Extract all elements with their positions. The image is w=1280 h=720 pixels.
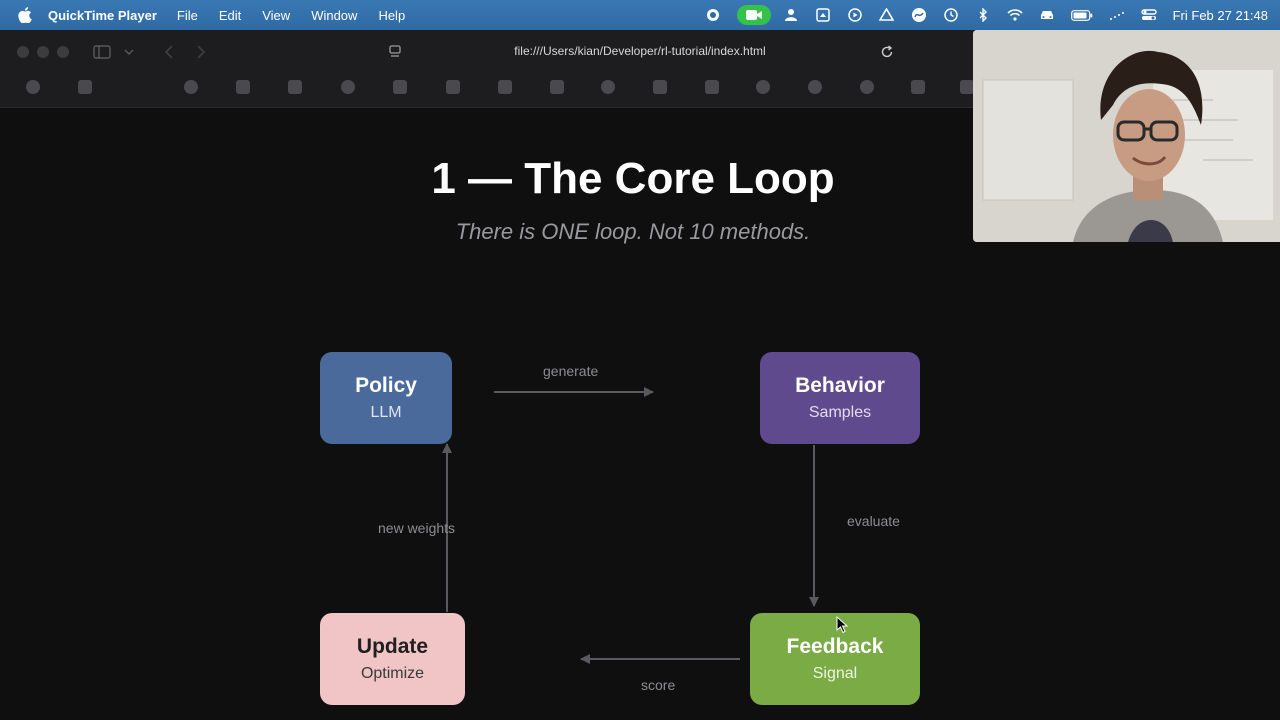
favorite-icon[interactable] bbox=[341, 80, 355, 94]
favorite-icon[interactable] bbox=[393, 80, 407, 94]
edge-label-evaluate: evaluate bbox=[847, 513, 900, 529]
car-icon[interactable] bbox=[1039, 7, 1055, 23]
menu-bar: QuickTime Player File Edit View Window H… bbox=[0, 0, 1280, 30]
menu-window[interactable]: Window bbox=[311, 8, 357, 23]
webcam-feed bbox=[973, 30, 1280, 242]
feedback-subtitle: Signal bbox=[812, 665, 858, 682]
mouse-cursor-icon bbox=[836, 616, 848, 634]
favorite-icon[interactable] bbox=[960, 80, 974, 94]
edge-label-new-weights: new weights bbox=[378, 520, 456, 536]
menu-help[interactable]: Help bbox=[378, 8, 405, 23]
favorite-icon[interactable] bbox=[236, 80, 250, 94]
app-name[interactable]: QuickTime Player bbox=[48, 8, 157, 23]
update-title: Update bbox=[356, 635, 429, 658]
reload-icon[interactable] bbox=[878, 44, 896, 60]
favorite-icon[interactable] bbox=[184, 80, 198, 94]
window-icon[interactable] bbox=[815, 7, 831, 23]
menu-file[interactable]: File bbox=[177, 8, 198, 23]
favorite-icon[interactable] bbox=[860, 80, 874, 94]
scribble-icon[interactable] bbox=[911, 7, 927, 23]
favorite-icon[interactable] bbox=[78, 80, 92, 94]
play-icon[interactable] bbox=[847, 7, 863, 23]
menu-edit[interactable]: Edit bbox=[219, 8, 241, 23]
behavior-node: Behavior Samples bbox=[760, 352, 920, 444]
favorite-icon[interactable] bbox=[498, 80, 512, 94]
wifi-icon[interactable] bbox=[1007, 7, 1023, 23]
clock-icon[interactable] bbox=[943, 7, 959, 23]
favorite-icon[interactable] bbox=[653, 80, 667, 94]
favorite-icon[interactable] bbox=[705, 80, 719, 94]
update-node: Update Optimize bbox=[320, 613, 465, 705]
policy-title: Policy bbox=[355, 374, 417, 397]
person-icon[interactable] bbox=[783, 7, 799, 23]
menu-view[interactable]: View bbox=[262, 8, 290, 23]
favorite-icon[interactable] bbox=[808, 80, 822, 94]
bluetooth-icon[interactable] bbox=[975, 7, 991, 23]
menu-bar-clock[interactable]: Fri Feb 27 21:48 bbox=[1173, 8, 1268, 23]
control-center-icon[interactable] bbox=[1140, 7, 1157, 23]
feedback-title: Feedback bbox=[786, 635, 884, 658]
edge-label-score: score bbox=[641, 677, 676, 693]
facetime-camera-icon[interactable] bbox=[736, 5, 771, 25]
dots-icon[interactable] bbox=[1109, 7, 1125, 23]
favorite-icon[interactable] bbox=[911, 80, 925, 94]
favorite-icon[interactable] bbox=[550, 80, 564, 94]
battery-icon[interactable] bbox=[1070, 7, 1093, 23]
behavior-title: Behavior bbox=[795, 374, 885, 397]
favorite-icon[interactable] bbox=[756, 80, 770, 94]
record-icon[interactable] bbox=[705, 7, 721, 23]
favorite-icon[interactable] bbox=[601, 80, 615, 94]
apple-icon[interactable] bbox=[17, 7, 33, 23]
behavior-subtitle: Samples bbox=[808, 404, 872, 421]
webcam-overlay bbox=[973, 30, 1280, 242]
favorite-icon[interactable] bbox=[288, 80, 302, 94]
policy-node: Policy LLM bbox=[320, 352, 452, 444]
feedback-node: Feedback Signal bbox=[750, 613, 920, 705]
policy-subtitle: LLM bbox=[370, 404, 402, 421]
drive-icon[interactable] bbox=[879, 7, 895, 23]
edge-label-generate: generate bbox=[543, 363, 599, 379]
favorite-icon[interactable] bbox=[26, 80, 40, 94]
favorite-icon[interactable] bbox=[446, 80, 460, 94]
update-subtitle: Optimize bbox=[360, 665, 425, 682]
